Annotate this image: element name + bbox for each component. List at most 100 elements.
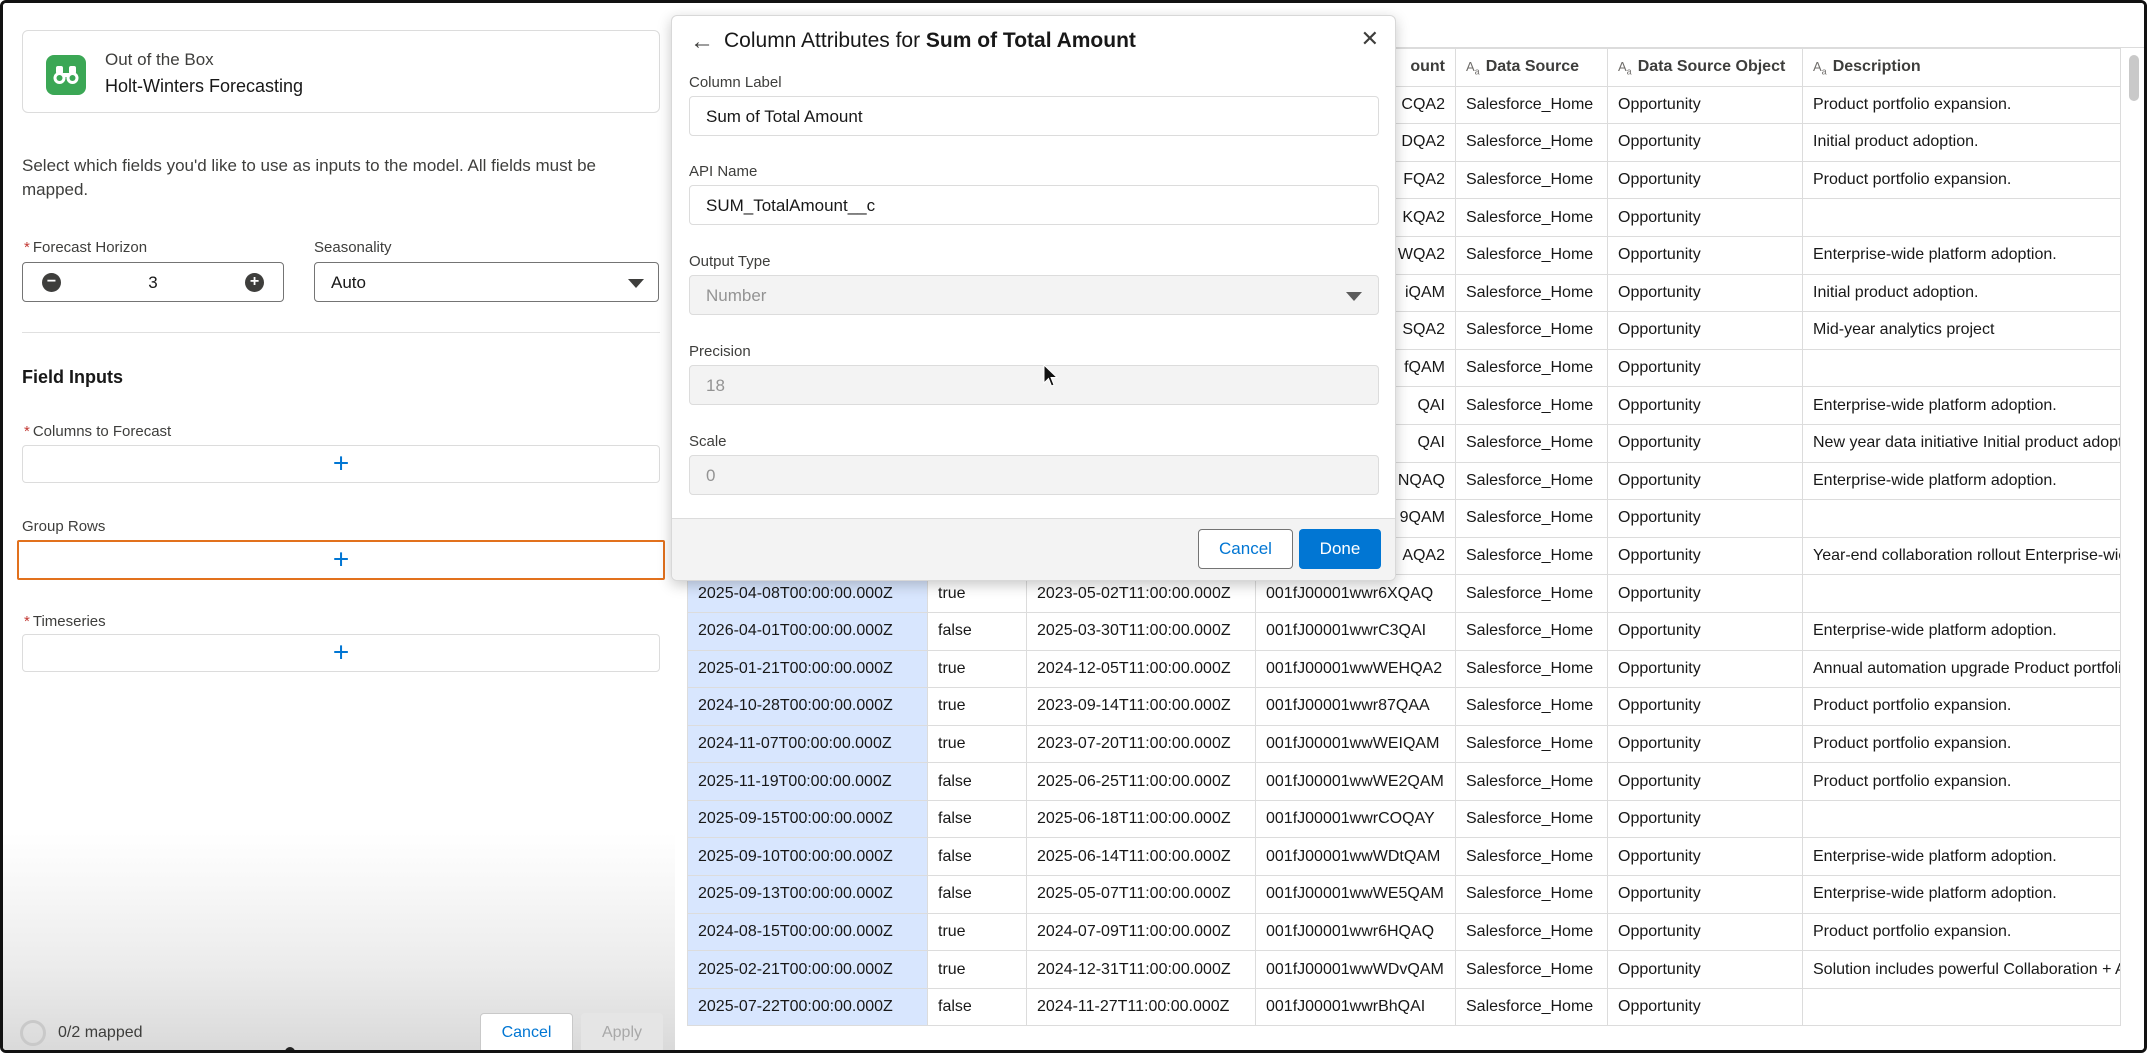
table-cell[interactable]: Opportunity [1607, 235, 1803, 275]
table-cell[interactable]: 2025-06-14T11:00:00.000Z [1026, 837, 1256, 877]
table-cell[interactable] [1802, 799, 2121, 839]
back-arrow-icon[interactable]: ← [690, 28, 714, 56]
table-scrollbar[interactable] [2129, 55, 2139, 101]
table-cell[interactable]: Salesforce_Home [1455, 273, 1608, 313]
table-cell[interactable]: Salesforce_Home [1455, 499, 1608, 538]
table-cell[interactable]: Salesforce_Home [1455, 198, 1608, 237]
table-cell[interactable]: 2024-11-27T11:00:00.000Z [1026, 987, 1256, 1027]
table-cell[interactable]: true [927, 687, 1027, 726]
table-cell[interactable]: Initial product adoption. [1802, 273, 2121, 313]
table-cell[interactable]: 2025-03-30T11:00:00.000Z [1026, 611, 1256, 651]
cancel-button[interactable]: Cancel [1198, 529, 1293, 569]
table-cell[interactable]: 001fJ00001wwWDtQAM [1255, 837, 1456, 877]
table-cell[interactable]: true [927, 950, 1027, 989]
table-cell[interactable]: Opportunity [1607, 311, 1803, 350]
table-cell[interactable]: Salesforce_Home [1455, 611, 1608, 651]
table-cell[interactable]: Product portfolio expansion. [1802, 687, 2121, 726]
table-cell[interactable]: 001fJ00001wwr6HQAQ [1255, 912, 1456, 952]
column-label-input[interactable]: Sum of Total Amount [689, 96, 1379, 136]
table-cell[interactable] [1802, 348, 2121, 388]
table-row[interactable]: 2024-11-07T00:00:00.000Z true 2023-07-20T1… [687, 724, 2121, 764]
table-cell[interactable]: Opportunity [1607, 837, 1803, 877]
col-header-data-source[interactable]: Aa Data Source [1455, 48, 1608, 87]
table-cell[interactable]: Opportunity [1607, 687, 1803, 726]
table-cell[interactable]: Opportunity [1607, 461, 1803, 501]
table-cell[interactable]: 2025-09-13T00:00:00.000Z [687, 875, 928, 914]
table-cell[interactable]: Salesforce_Home [1455, 311, 1608, 350]
table-cell[interactable]: 2025-07-22T00:00:00.000Z [687, 987, 928, 1027]
table-cell[interactable]: 001fJ00001wwrC3QAI [1255, 611, 1456, 651]
table-cell[interactable]: Solution includes powerful Collaboration… [1802, 950, 2121, 989]
table-cell[interactable]: false [927, 987, 1027, 1027]
table-cell[interactable]: Enterprise-wide platform adoption. [1802, 611, 2121, 651]
table-cell[interactable]: Product portfolio expansion. [1802, 912, 2121, 952]
table-cell[interactable] [1802, 987, 2121, 1027]
seasonality-select[interactable]: Auto [314, 262, 659, 302]
table-cell[interactable]: Salesforce_Home [1455, 574, 1608, 613]
table-cell[interactable]: Enterprise-wide platform adoption. [1802, 461, 2121, 501]
table-row[interactable]: 2026-04-01T00:00:00.000Z false 2025-03-30T… [687, 611, 2121, 651]
table-cell[interactable]: Salesforce_Home [1455, 724, 1608, 764]
table-row[interactable]: 2025-09-15T00:00:00.000Z false 2025-06-18T… [687, 799, 2121, 839]
table-cell[interactable]: 2025-09-10T00:00:00.000Z [687, 837, 928, 877]
table-cell[interactable]: 001fJ00001wwr87QAA [1255, 687, 1456, 726]
table-cell[interactable]: true [927, 912, 1027, 952]
table-cell[interactable]: Salesforce_Home [1455, 160, 1608, 200]
table-cell[interactable]: Salesforce_Home [1455, 950, 1608, 989]
table-cell[interactable]: Opportunity [1607, 574, 1803, 613]
table-cell[interactable]: Salesforce_Home [1455, 875, 1608, 914]
table-cell[interactable]: 2025-01-21T00:00:00.000Z [687, 649, 928, 689]
done-button[interactable]: Done [1299, 529, 1381, 569]
table-cell[interactable]: true [927, 724, 1027, 764]
table-cell[interactable]: Opportunity [1607, 762, 1803, 801]
table-cell[interactable]: Opportunity [1607, 649, 1803, 689]
table-cell[interactable]: 001fJ00001wwWEIQAM [1255, 724, 1456, 764]
columns-to-forecast-add[interactable]: + [22, 445, 660, 483]
table-cell[interactable]: Opportunity [1607, 724, 1803, 764]
table-cell[interactable]: Opportunity [1607, 875, 1803, 914]
table-cell[interactable]: 2025-11-19T00:00:00.000Z [687, 762, 928, 801]
table-cell[interactable]: Opportunity [1607, 987, 1803, 1027]
table-cell[interactable]: Salesforce_Home [1455, 687, 1608, 726]
table-cell[interactable]: Opportunity [1607, 536, 1803, 576]
table-cell[interactable]: 2025-05-07T11:00:00.000Z [1026, 875, 1256, 914]
table-cell[interactable]: 001fJ00001wwWE2QAM [1255, 762, 1456, 801]
table-cell[interactable]: 2023-09-14T11:00:00.000Z [1026, 687, 1256, 726]
table-cell[interactable]: false [927, 837, 1027, 877]
table-row[interactable]: 2025-02-21T00:00:00.000Z true 2024-12-31T1… [687, 950, 2121, 989]
table-cell[interactable]: Opportunity [1607, 85, 1803, 125]
table-cell[interactable]: Opportunity [1607, 423, 1803, 463]
table-cell[interactable]: New year data initiative Initial product… [1802, 423, 2121, 463]
table-cell[interactable]: Salesforce_Home [1455, 386, 1608, 425]
table-cell[interactable]: Opportunity [1607, 198, 1803, 237]
table-cell[interactable]: 2024-10-28T00:00:00.000Z [687, 687, 928, 726]
table-cell[interactable]: Enterprise-wide platform adoption. [1802, 386, 2121, 425]
table-cell[interactable]: 2025-02-21T00:00:00.000Z [687, 950, 928, 989]
col-header-description[interactable]: Aa Description [1802, 48, 2121, 87]
table-row[interactable]: 2025-11-19T00:00:00.000Z false 2025-06-25T… [687, 762, 2121, 801]
table-cell[interactable]: 001fJ00001wwWDvQAM [1255, 950, 1456, 989]
table-cell[interactable] [1802, 574, 2121, 613]
forecast-horizon-value[interactable]: 3 [23, 273, 283, 293]
table-cell[interactable]: 2026-04-01T00:00:00.000Z [687, 611, 928, 651]
table-cell[interactable]: 001fJ00001wwrBhQAI [1255, 987, 1456, 1027]
table-cell[interactable]: 2024-12-05T11:00:00.000Z [1026, 649, 1256, 689]
table-cell[interactable]: Product portfolio expansion. [1802, 724, 2121, 764]
table-cell[interactable]: Opportunity [1607, 799, 1803, 839]
table-row[interactable]: 2024-10-28T00:00:00.000Z true 2023-09-14T1… [687, 687, 2121, 726]
table-cell[interactable]: Opportunity [1607, 348, 1803, 388]
forecast-horizon-stepper[interactable]: − 3 + [22, 262, 284, 302]
col-header-data-source-object[interactable]: Aa Data Source Object [1607, 48, 1803, 87]
table-row[interactable]: 2025-09-13T00:00:00.000Z false 2025-05-07T… [687, 875, 2121, 914]
table-cell[interactable]: 001fJ00001wwWEHQA2 [1255, 649, 1456, 689]
table-cell[interactable]: 2024-12-31T11:00:00.000Z [1026, 950, 1256, 989]
table-cell[interactable]: Opportunity [1607, 273, 1803, 313]
table-cell[interactable]: Opportunity [1607, 499, 1803, 538]
table-cell[interactable]: Initial product adoption. [1802, 123, 2121, 162]
table-cell[interactable]: true [927, 649, 1027, 689]
table-cell[interactable]: Annual automation upgrade Product portfo… [1802, 649, 2121, 689]
table-cell[interactable]: 2025-09-15T00:00:00.000Z [687, 799, 928, 839]
table-cell[interactable]: 2025-06-25T11:00:00.000Z [1026, 762, 1256, 801]
table-cell[interactable]: Salesforce_Home [1455, 837, 1608, 877]
table-cell[interactable]: 2024-11-07T00:00:00.000Z [687, 724, 928, 764]
